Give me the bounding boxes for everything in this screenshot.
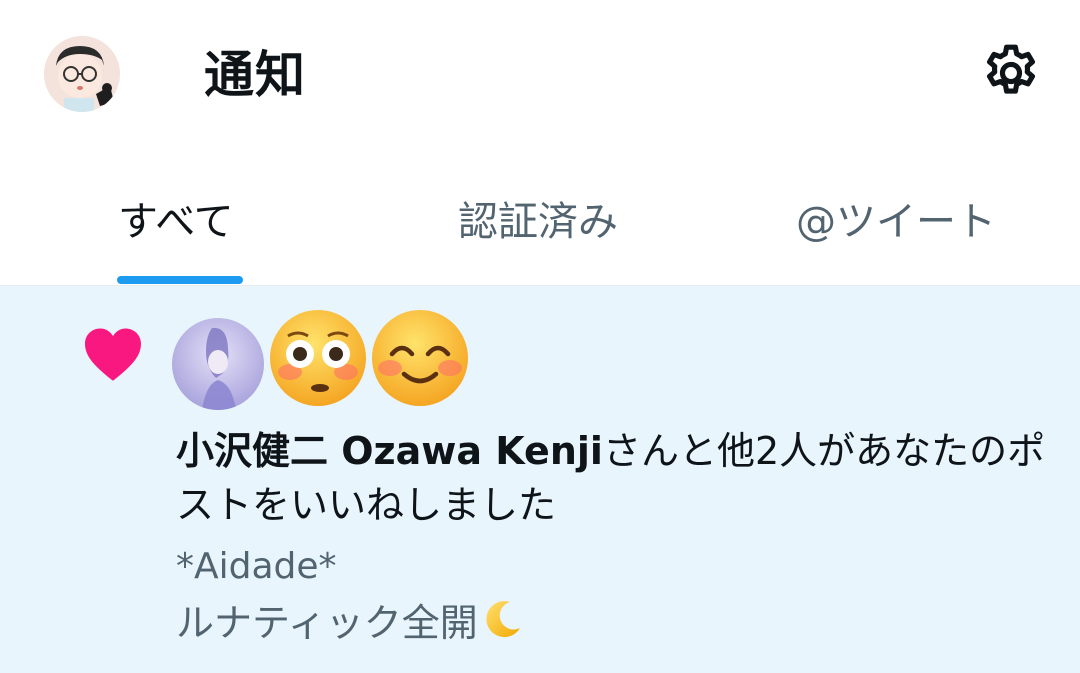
post-text: ルナティック全開: [176, 601, 478, 645]
user-avatar-icon: [172, 318, 264, 410]
tab-verified[interactable]: 認証済み: [458, 194, 618, 250]
liker-avatar[interactable]: [268, 308, 368, 408]
liker-avatar[interactable]: [172, 318, 264, 410]
account-avatar[interactable]: [44, 36, 120, 112]
crescent-moon-icon: [480, 598, 524, 642]
tab-all[interactable]: すべて: [118, 194, 234, 250]
notification-tabs: すべて 認証済み @ツイート: [0, 150, 1080, 286]
liker-name[interactable]: 小沢健二 Ozawa Kenji: [176, 429, 603, 473]
active-tab-indicator: [117, 276, 243, 284]
post-author: *Aidade*: [176, 546, 337, 587]
liker-avatar[interactable]: [370, 308, 470, 408]
page-title: 通知: [204, 46, 306, 104]
heart-icon: [82, 326, 144, 382]
smiling-face-emoji-icon: [372, 310, 468, 406]
flushed-face-emoji-icon: [270, 310, 366, 406]
notification-message: 小沢健二 Ozawa Kenjiさんと他2人があなたのポストをいいねしました: [176, 424, 1056, 532]
notifications-screen: 通知 すべて 認証済み @ツイート 小沢健二 Ozawa Kenjiさんと他2人…: [0, 0, 1080, 673]
post-preview[interactable]: ルナティック全開: [176, 596, 524, 650]
header: 通知: [0, 0, 1080, 150]
tab-mentions[interactable]: @ツイート: [796, 194, 996, 250]
like-notification[interactable]: 小沢健二 Ozawa Kenjiさんと他2人があなたのポストをいいねしました *…: [0, 286, 1080, 673]
gear-icon: [986, 44, 1036, 94]
settings-button[interactable]: [980, 42, 1042, 104]
user-avatar-icon: [44, 36, 120, 112]
